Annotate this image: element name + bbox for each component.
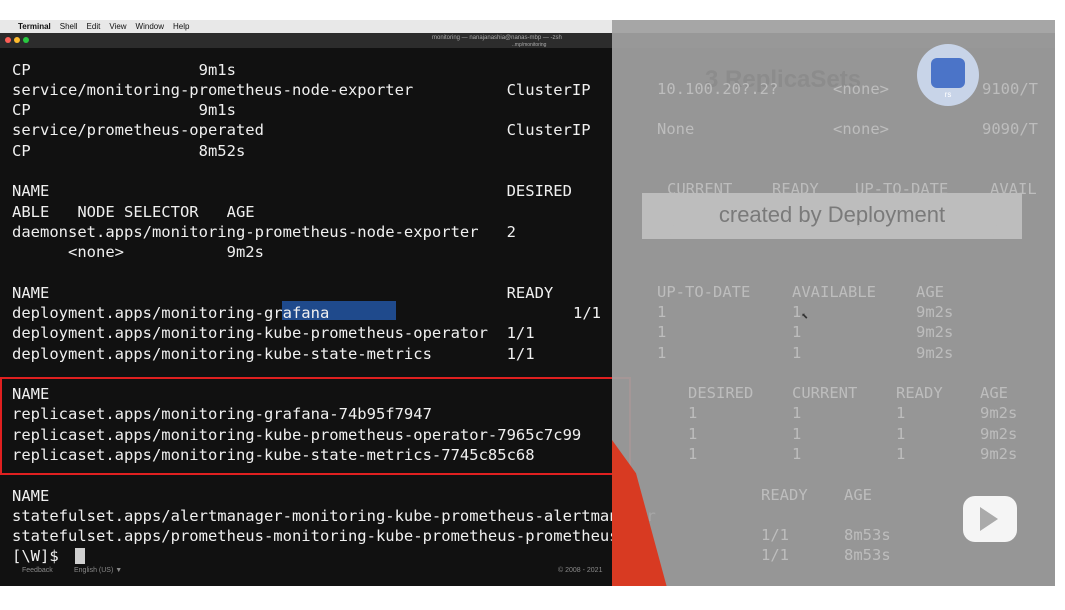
terminal-line: <none> 9m2s: [12, 243, 264, 261]
minimize-button[interactable]: [14, 37, 20, 43]
terminal-cursor: [75, 548, 85, 564]
overlay-cell: 9m2s: [980, 445, 1018, 463]
overlay-cell: 9m2s: [916, 323, 954, 341]
overlay-cell: 1: [657, 303, 667, 321]
overlay-cell: 9m2s: [916, 303, 954, 321]
copyright-text: © 2008 - 2021: [558, 567, 603, 574]
overlay-cell: UP-TO-DATE: [657, 283, 751, 301]
overlay-cell: 1: [792, 404, 802, 422]
overlay-cell: AGE: [980, 384, 1008, 402]
overlay-cell: AVAIL: [990, 180, 1037, 198]
terminal-line: service/prometheus-operated ClusterIP: [12, 121, 591, 139]
overlay-cell: 9m2s: [916, 344, 954, 362]
terminal-line: CP 8m52s: [12, 142, 246, 160]
close-button[interactable]: [5, 37, 11, 43]
overlay-cell: DESIRED: [688, 384, 754, 402]
overlay-cell: READY: [772, 180, 819, 198]
mouse-pointer-icon: ⬉: [801, 309, 809, 323]
overlay-cell: 1: [792, 344, 802, 362]
terminal-prompt: [\W]$: [12, 547, 68, 565]
overlay-cell: 2: [990, 222, 1000, 240]
overlay-cell: 9100/T: [982, 80, 1038, 98]
overlay-cell: READY: [896, 384, 943, 402]
menu-edit[interactable]: Edit: [87, 22, 101, 31]
overlay-cell: 1/1: [761, 526, 789, 544]
red-shape-decoration: [612, 440, 672, 606]
overlay-cell: 1: [792, 303, 802, 321]
overlay-cell: UP-TO-DATE: [855, 180, 949, 198]
menu-shell[interactable]: Shell: [60, 22, 78, 31]
overlay-cell: 1: [792, 425, 802, 443]
overlay-cell: 10.100.20?.2?: [657, 80, 779, 98]
terminal-line: service/monitoring-prometheus-node-expor…: [12, 81, 591, 99]
overlay-subheading: created by Deployment: [718, 202, 946, 227]
feedback-link[interactable]: Feedback: [22, 567, 53, 574]
overlay-cell: 1: [657, 344, 667, 362]
terminal-line: NAME: [12, 487, 50, 505]
terminal-line: statefulset.apps/prometheus-monitoring-k…: [12, 527, 619, 545]
terminal-ready-value: 1/1: [573, 304, 601, 322]
overlay-cell: 2: [772, 222, 782, 240]
menu-help[interactable]: Help: [173, 22, 189, 31]
overlay-cell: <none>: [833, 80, 889, 98]
annotation-overlay: 3 ReplicaSets rs 10.100.20?.2? <none> 91…: [612, 20, 1055, 606]
overlay-cell: None: [657, 120, 695, 138]
overlay-cell: AGE: [916, 283, 944, 301]
overlay-cell: 9m2s: [980, 404, 1018, 422]
replicaset-icon-label: rs: [944, 90, 952, 99]
screen-recording: Terminal Shell Edit View Window Help mon…: [0, 20, 1055, 606]
overlay-cell: 2: [855, 222, 865, 240]
overlay-cell: 1/1: [761, 546, 789, 564]
overlay-cell: 1: [792, 323, 802, 341]
replicaset-selection-box: [0, 377, 631, 475]
overlay-cell: 9m2s: [980, 425, 1018, 443]
overlay-cell: <none>: [833, 120, 889, 138]
status-strip: Feedback English (US) ▼ © 2008 - 2021: [0, 566, 612, 580]
zoom-button[interactable]: [23, 37, 29, 43]
overlay-cell: CURRENT: [792, 384, 858, 402]
video-play-icon[interactable]: [963, 496, 1017, 542]
window-title: monitoring — nanajanashia@nanas-mbp — -z…: [432, 35, 562, 41]
overlay-cell: 9090/T: [982, 120, 1038, 138]
overlay-cell: 1: [792, 445, 802, 463]
overlay-cell: 1: [688, 425, 698, 443]
replicaset-icon: rs: [917, 44, 979, 106]
overlay-cell: 1: [688, 445, 698, 463]
menu-view[interactable]: View: [109, 22, 126, 31]
terminal-line: daemonset.apps/monitoring-prometheus-nod…: [12, 223, 516, 241]
terminal-line: NAME DESIRED: [12, 182, 572, 200]
overlay-cell: CURRENT: [667, 180, 733, 198]
window-subtitle: ..mp/monitoring: [512, 42, 547, 48]
overlay-cell: 8m53s: [844, 546, 891, 564]
terminal-line: CP 9m1s: [12, 61, 236, 79]
menu-terminal[interactable]: Terminal: [18, 22, 51, 31]
overlay-cell: AVAILABLE: [792, 283, 876, 301]
terminal-line: CP 9m1s: [12, 101, 236, 119]
terminal-line: deployment.apps/monitoring-grafana: [12, 304, 330, 322]
overlay-cell: 1: [896, 404, 906, 422]
page-bottom-margin: [0, 586, 1065, 610]
terminal-line: ABLE NODE SELECTOR AGE: [12, 203, 255, 221]
language-selector[interactable]: English (US) ▼: [74, 567, 122, 574]
overlay-caption-box: created by Deployment: [642, 193, 1022, 239]
overlay-cell: 1: [657, 323, 667, 341]
overlay-cell: READY: [761, 486, 808, 504]
overlay-cell: 8m53s: [844, 526, 891, 544]
terminal-line: deployment.apps/monitoring-kube-state-me…: [12, 345, 535, 363]
terminal-line: deployment.apps/monitoring-kube-promethe…: [12, 324, 535, 342]
terminal-line: NAME READY: [12, 284, 554, 302]
menu-window[interactable]: Window: [136, 22, 164, 31]
overlay-cell: 1: [688, 404, 698, 422]
overlay-cell: AGE: [844, 486, 872, 504]
overlay-cell: 1: [896, 445, 906, 463]
overlay-cell: 2: [667, 222, 677, 240]
terminal-line: statefulset.apps/alertmanager-monitoring…: [12, 507, 656, 525]
overlay-cell: 1: [896, 425, 906, 443]
